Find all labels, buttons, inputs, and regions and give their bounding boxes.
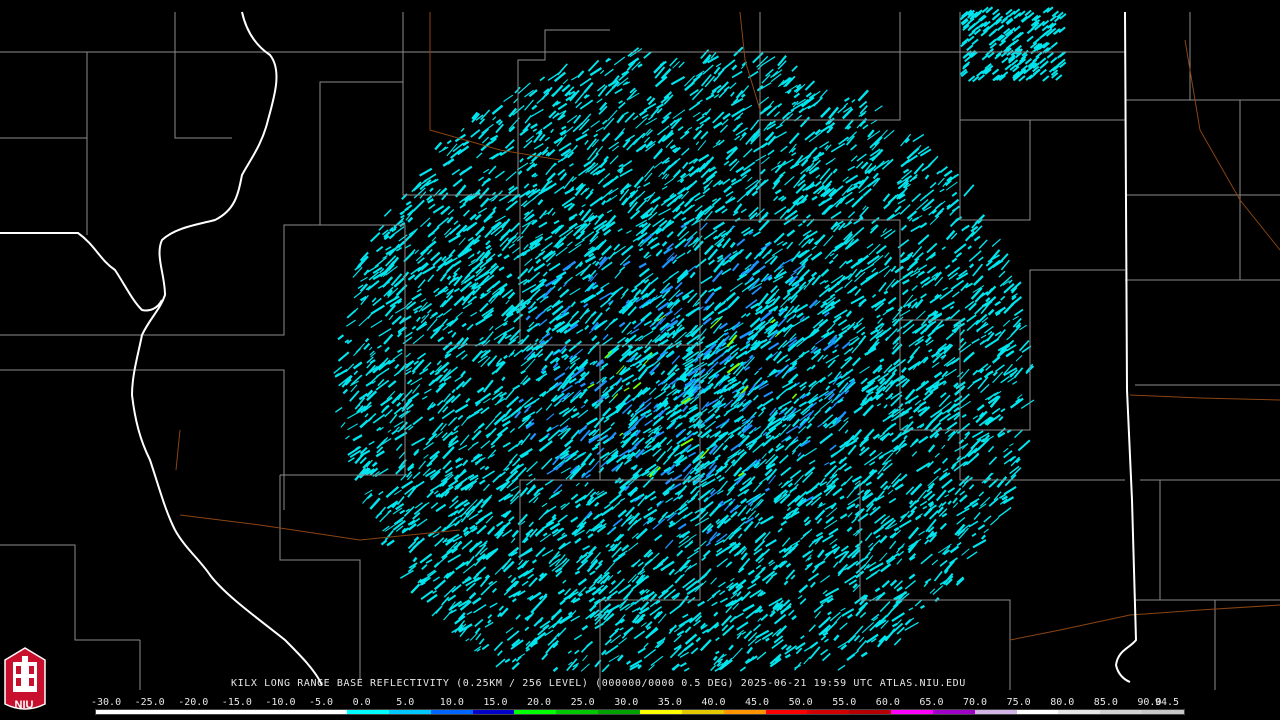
scale-label: 30.0 bbox=[614, 697, 639, 708]
scale-swatch bbox=[891, 710, 933, 714]
scale-label: 35.0 bbox=[657, 697, 682, 708]
scale-label: -25.0 bbox=[134, 697, 165, 708]
scale-label: 85.0 bbox=[1093, 697, 1118, 708]
scale-label: 20.0 bbox=[527, 697, 552, 708]
scale-swatch bbox=[681, 710, 724, 714]
scale-label: 10.0 bbox=[439, 697, 464, 708]
scale-label: 45.0 bbox=[745, 697, 770, 708]
scale-label: -20.0 bbox=[178, 697, 209, 708]
scale-swatch bbox=[472, 710, 515, 714]
scale-label: 5.0 bbox=[396, 697, 415, 708]
scale-swatch bbox=[221, 710, 264, 714]
scale-swatch bbox=[347, 710, 389, 714]
niu-logo-text: NIU bbox=[14, 699, 34, 711]
scale-label: 25.0 bbox=[570, 697, 595, 708]
radar-site bbox=[675, 380, 685, 390]
scale-label: 60.0 bbox=[875, 697, 900, 708]
scale-swatch bbox=[974, 710, 1017, 714]
scale-label: 15.0 bbox=[483, 697, 508, 708]
scale-label: 75.0 bbox=[1006, 697, 1031, 708]
scale-swatch bbox=[1142, 710, 1184, 714]
scale-swatch bbox=[932, 710, 975, 714]
scale-label: 50.0 bbox=[788, 697, 813, 708]
scale-swatch bbox=[849, 710, 892, 714]
scale-swatch bbox=[556, 710, 599, 714]
scale-label: -30.0 bbox=[91, 697, 122, 708]
scale-swatch bbox=[96, 710, 138, 714]
scale-swatch bbox=[1058, 710, 1101, 714]
scale-swatch bbox=[765, 710, 808, 714]
scale-label: 70.0 bbox=[963, 697, 988, 708]
scale-swatch bbox=[598, 710, 640, 714]
scale-swatch bbox=[639, 710, 682, 714]
scale-label: 94.5 bbox=[1155, 697, 1180, 708]
scale-swatch bbox=[807, 710, 850, 714]
scale-swatch bbox=[430, 710, 473, 714]
scale-label: 0.0 bbox=[352, 697, 371, 708]
radar-map bbox=[0, 6, 1280, 690]
reflectivity-color-scale bbox=[95, 709, 1185, 715]
scale-label: -5.0 bbox=[309, 697, 334, 708]
reflectivity-scale-labels: -30.0 -25.0 -20.0 -15.0 -10.0 -5.0 0.0 5.0 10.0 1… bbox=[91, 697, 1195, 708]
radar-product-caption: KILX LONG RANGE BASE REFLECTIVITY (0.25K… bbox=[231, 678, 966, 689]
scale-swatch bbox=[137, 710, 180, 714]
scale-label: -10.0 bbox=[265, 697, 296, 708]
scale-swatch bbox=[263, 710, 306, 714]
scale-swatch bbox=[388, 710, 431, 714]
scale-swatch bbox=[305, 710, 348, 714]
scale-label: 80.0 bbox=[1050, 697, 1075, 708]
scale-label: 65.0 bbox=[919, 697, 944, 708]
scale-swatch bbox=[179, 710, 222, 714]
scale-label: 55.0 bbox=[832, 697, 857, 708]
scale-swatch bbox=[1100, 710, 1143, 714]
scale-swatch bbox=[1016, 710, 1059, 714]
scale-label: 40.0 bbox=[701, 697, 726, 708]
road-network bbox=[175, 11, 1280, 641]
scale-swatch bbox=[723, 710, 766, 714]
scale-swatch bbox=[514, 710, 557, 714]
scale-label: -15.0 bbox=[221, 697, 252, 708]
